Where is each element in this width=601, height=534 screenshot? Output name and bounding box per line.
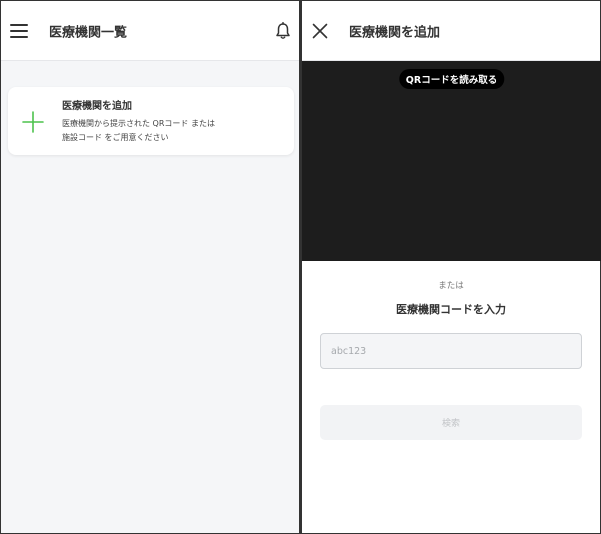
- app-bar: 医療機関を追加: [302, 1, 600, 61]
- add-facility-card[interactable]: 医療機関を追加 医療機関から提示された QRコード または 施設コード をご用意…: [8, 87, 294, 155]
- card-description-line: 医療機関から提示された QRコード または: [62, 119, 215, 128]
- plus-icon: [22, 111, 44, 133]
- add-facility-screen: 医療機関を追加 QRコードを読み取る または 医療機関コードを入力 検索: [301, 0, 601, 534]
- facility-list-screen: 医療機関一覧 医療機関を追加 医療機関から提示された QRコード または 施設コ…: [0, 0, 300, 534]
- qr-camera-view[interactable]: QRコードを読み取る: [302, 61, 601, 261]
- qr-scan-label: QRコードを読み取る: [398, 69, 505, 89]
- card-description-line: 施設コード をご用意ください: [62, 133, 169, 142]
- card-title: 医療機関を追加: [62, 101, 132, 112]
- hamburger-menu-icon[interactable]: [10, 24, 28, 38]
- card-description: 医療機関から提示された QRコード または 施設コード をご用意ください: [62, 117, 282, 145]
- code-heading: 医療機関コードを入力: [396, 303, 506, 316]
- bell-icon[interactable]: [275, 22, 291, 40]
- app-frame: 医療機関一覧 医療機関を追加 医療機関から提示された QRコード または 施設コ…: [0, 0, 601, 534]
- facility-code-input[interactable]: [320, 333, 582, 369]
- or-label: または: [438, 281, 464, 291]
- app-bar: 医療機関一覧: [1, 1, 300, 61]
- page-title: 医療機関一覧: [49, 25, 128, 41]
- close-icon[interactable]: [312, 23, 328, 39]
- search-button[interactable]: 検索: [320, 405, 582, 440]
- page-title: 医療機関を追加: [349, 25, 441, 41]
